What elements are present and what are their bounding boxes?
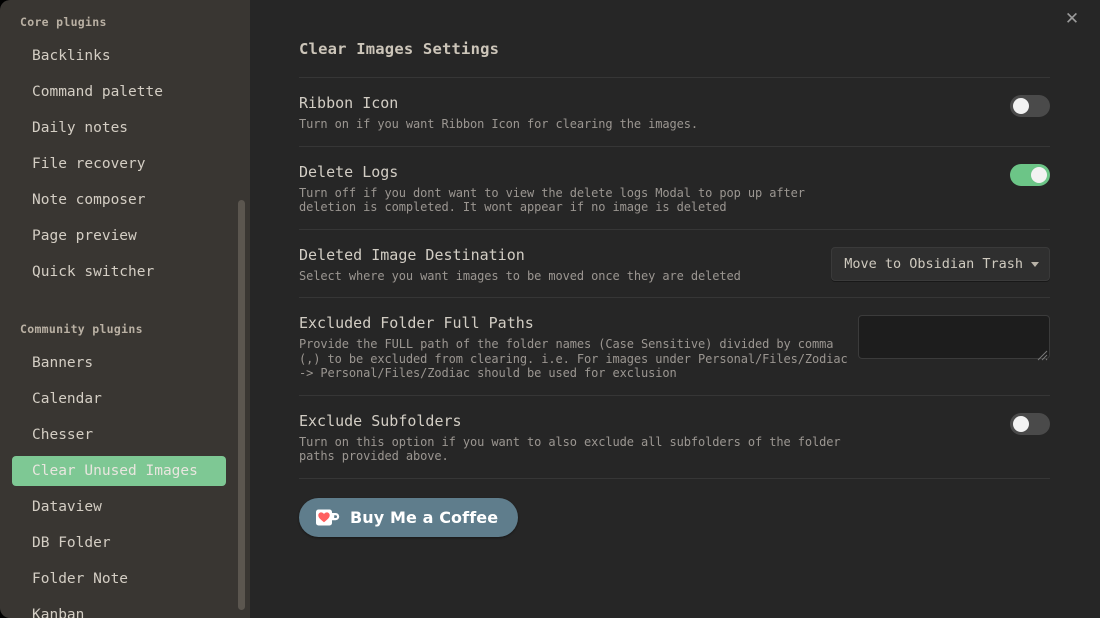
setting-name: Excluded Folder Full Paths (299, 313, 854, 333)
sidebar-item-folder-note[interactable]: Folder Note (12, 564, 226, 594)
setting-row-delete-logs: Delete Logs Turn off if you dont want to… (299, 146, 1050, 229)
close-icon[interactable]: ✕ (1059, 6, 1085, 32)
sidebar-item-calendar[interactable]: Calendar (12, 384, 226, 414)
sidebar-heading-community-plugins: Community plugins (0, 321, 250, 337)
toggle-knob (1013, 416, 1029, 432)
setting-control (1010, 93, 1050, 117)
setting-description: Select where you want images to be moved… (299, 269, 741, 284)
setting-info: Ribbon Icon Turn on if you want Ribbon I… (299, 93, 698, 132)
setting-description: Turn on if you want Ribbon Icon for clea… (299, 117, 698, 132)
sidebar-scrollbar[interactable] (238, 200, 245, 610)
setting-control (1010, 162, 1050, 186)
setting-info: Delete Logs Turn off if you dont want to… (299, 162, 854, 215)
sidebar-item-backlinks[interactable]: Backlinks (12, 41, 226, 71)
setting-name: Delete Logs (299, 162, 854, 182)
toggle-delete-logs[interactable] (1010, 164, 1050, 186)
setting-name: Exclude Subfolders (299, 411, 854, 431)
sidebar-item-daily-notes[interactable]: Daily notes (12, 113, 226, 143)
buy-me-a-coffee-button[interactable]: Buy Me a Coffee (299, 498, 518, 537)
sidebar-item-kanban[interactable]: Kanban (12, 600, 226, 618)
setting-info: Excluded Folder Full Paths Provide the F… (299, 313, 854, 381)
sidebar-scrollbar-thumb[interactable] (238, 200, 245, 610)
setting-description: Provide the FULL path of the folder name… (299, 337, 854, 381)
setting-control (1010, 411, 1050, 435)
textarea-wrapper (858, 315, 1050, 363)
toggle-exclude-subfolders[interactable] (1010, 413, 1050, 435)
setting-description: Turn off if you dont want to view the de… (299, 186, 854, 215)
setting-row-ribbon-icon: Ribbon Icon Turn on if you want Ribbon I… (299, 77, 1050, 146)
buy-me-a-coffee-label: Buy Me a Coffee (350, 508, 498, 527)
settings-main-panel: ✕ Clear Images Settings Ribbon Icon Turn… (250, 0, 1100, 618)
sidebar-item-chesser[interactable]: Chesser (12, 420, 226, 450)
sidebar-item-banners[interactable]: Banners (12, 348, 226, 378)
settings-content: Clear Images Settings Ribbon Icon Turn o… (299, 40, 1050, 537)
sidebar-item-file-recovery[interactable]: File recovery (12, 149, 226, 179)
setting-control: Move to Obsidian Trash (831, 245, 1050, 281)
sidebar-heading-core-plugins: Core plugins (0, 14, 250, 30)
sidebar-item-quick-switcher[interactable]: Quick switcher (12, 257, 226, 287)
setting-name: Deleted Image Destination (299, 245, 741, 265)
sidebar-item-db-folder[interactable]: DB Folder (12, 528, 226, 558)
setting-info: Exclude Subfolders Turn on this option i… (299, 411, 854, 464)
dropdown-selected-value: Move to Obsidian Trash (844, 256, 1023, 272)
sidebar-item-dataview[interactable]: Dataview (12, 492, 226, 522)
sidebar-item-page-preview[interactable]: Page preview (12, 221, 226, 251)
setting-row-excluded-folder-full-paths: Excluded Folder Full Paths Provide the F… (299, 297, 1050, 395)
sidebar-item-command-palette[interactable]: Command palette (12, 77, 226, 107)
setting-row-deleted-image-destination: Deleted Image Destination Select where y… (299, 229, 1050, 298)
setting-name: Ribbon Icon (299, 93, 698, 113)
setting-row-exclude-subfolders: Exclude Subfolders Turn on this option i… (299, 395, 1050, 478)
sidebar-item-clear-unused-images[interactable]: Clear Unused Images (12, 456, 226, 486)
sidebar-item-note-composer[interactable]: Note composer (12, 185, 226, 215)
page-title: Clear Images Settings (299, 40, 1050, 58)
setting-control (858, 313, 1050, 363)
toggle-ribbon-icon[interactable] (1010, 95, 1050, 117)
settings-sidebar: Core plugins Backlinks Command palette D… (0, 0, 250, 618)
settings-modal: Core plugins Backlinks Command palette D… (0, 0, 1100, 618)
excluded-folder-paths-input[interactable] (858, 315, 1050, 359)
donate-row: Buy Me a Coffee (299, 478, 1050, 537)
setting-description: Turn on this option if you want to also … (299, 435, 854, 464)
coffee-cup-heart-icon (315, 507, 341, 528)
toggle-knob (1013, 98, 1029, 114)
dropdown-deleted-image-destination[interactable]: Move to Obsidian Trash (831, 247, 1050, 281)
setting-info: Deleted Image Destination Select where y… (299, 245, 741, 284)
toggle-knob (1031, 167, 1047, 183)
chevron-down-icon (1031, 262, 1039, 267)
